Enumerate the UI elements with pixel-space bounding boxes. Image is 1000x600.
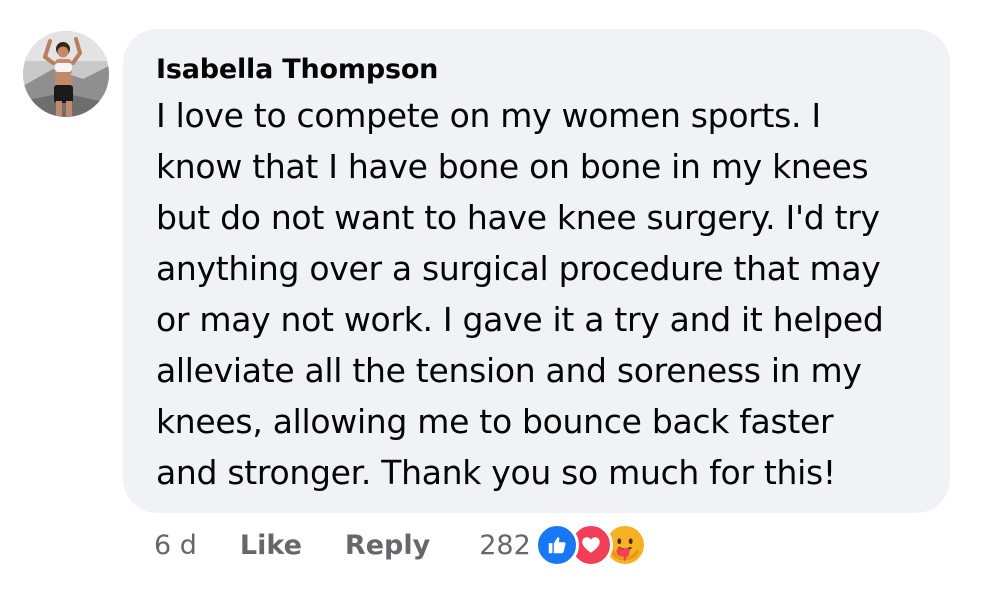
avatar-photo [23,31,109,117]
reaction-count[interactable]: 282 [479,530,531,561]
avatar[interactable] [23,31,109,117]
reactions-summary[interactable] [534,523,647,567]
comment: Isabella Thompson I love to compete on m… [0,0,1000,600]
like-button[interactable]: Like [240,530,302,561]
comment-bubble: Isabella Thompson I love to compete on m… [123,29,950,513]
like-icon [534,523,579,567]
comment-actions: 6 d Like Reply 282 [154,523,647,567]
author-name[interactable]: Isabella Thompson [156,52,920,88]
reply-button[interactable]: Reply [345,530,430,561]
comment-text: I love to compete on my women sports. I … [156,96,884,492]
timestamp[interactable]: 6 d [154,530,197,561]
